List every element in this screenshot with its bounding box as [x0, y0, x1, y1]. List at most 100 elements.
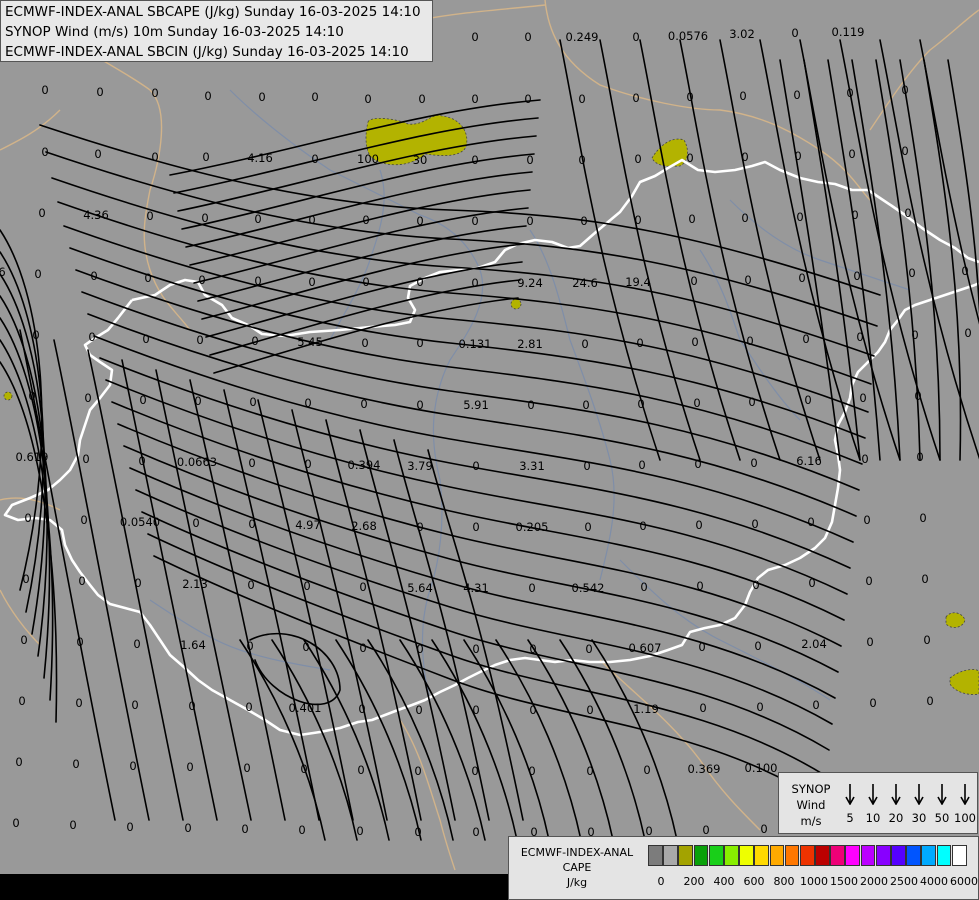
cin-value: 30 [413, 153, 428, 167]
cape-color-swatch [648, 845, 663, 866]
cin-value: 0 [139, 393, 146, 407]
cin-value: 0 [32, 328, 39, 342]
wind-legend-arrow: 100 [954, 783, 976, 825]
cape-color-swatch [784, 845, 800, 866]
cin-value: 0 [750, 456, 757, 470]
cin-value: 0 [129, 759, 136, 773]
cin-value: 0 [311, 90, 318, 104]
cin-value: 0.205 [516, 520, 549, 534]
cin-value: 0 [529, 703, 536, 717]
wind-legend-title-line: m/s [800, 814, 822, 828]
cin-value: 0 [414, 825, 421, 839]
cin-value: 0 [636, 336, 643, 350]
cape-scale-tick: 600 [743, 875, 765, 888]
wind-legend-speed: 10 [865, 811, 881, 825]
cin-value: 0 [12, 816, 19, 830]
cin-value: 0 [688, 212, 695, 226]
cape-color-scale [648, 845, 967, 866]
cin-value: 0 [184, 821, 191, 835]
cape-scale-ticks: 0 200 400 600 800 1000 1500 2000 2500 4000 6000 [648, 875, 979, 889]
cin-value: 0 [186, 760, 193, 774]
cin-value: 0 [28, 389, 35, 403]
cin-value: 0 [526, 153, 533, 167]
wind-legend-speed: 5 [846, 811, 854, 825]
cin-value: 0 [859, 391, 866, 405]
cape-color-swatch [891, 845, 906, 866]
cape-color-swatch [906, 845, 921, 866]
down-arrow-icon [868, 784, 878, 805]
weather-map: 0 0 0 0 0 0 0.249 0 0.0576 3.02 0 0.119 0 0 0 0 0 0 0 0 0 0 0 0… [0, 0, 979, 900]
cin-value: 0 [416, 398, 423, 412]
cin-value: 0 [916, 450, 923, 464]
cin-value: 0 [632, 30, 639, 44]
cin-value: 0 [584, 520, 591, 534]
cin-value: 0 [241, 822, 248, 836]
cin-value: 0 [142, 332, 149, 346]
cin-value: 0 [359, 580, 366, 594]
cin-value: 0 [793, 88, 800, 102]
cin-value: 0 [414, 764, 421, 778]
cin-value: 0.542 [572, 581, 605, 595]
cin-value: 0 [643, 763, 650, 777]
cin-value: 0 [88, 330, 95, 344]
cin-value: 0 [151, 86, 158, 100]
cin-value: 0 [923, 633, 930, 647]
wind-legend-arrow: 5 [839, 783, 861, 825]
cin-value: 0 [18, 694, 25, 708]
cin-value: 0 [471, 214, 478, 228]
cin-value: 0 [760, 822, 767, 836]
cin-value: 0 [472, 520, 479, 534]
down-arrow-icon [914, 784, 924, 805]
cin-value: 0 [693, 396, 700, 410]
cin-value: 0 [752, 578, 759, 592]
cin-value: 3.79 [407, 459, 433, 473]
map-header: ECMWF-INDEX-ANAL SBCAPE (J/kg) Sunday 16… [0, 0, 433, 62]
cin-value: 0 [794, 149, 801, 163]
header-line-cin: ECMWF-INDEX-ANAL SBCIN (J/kg) Sunday 16-… [5, 44, 409, 60]
cin-value: 0 [526, 214, 533, 228]
cin-value: 0 [471, 153, 478, 167]
cin-value: 0 [921, 572, 928, 586]
cin-value: 0 [472, 459, 479, 473]
cin-value: 4.16 [247, 151, 273, 165]
wind-legend-speed: 100 [954, 811, 976, 825]
cin-value: 0 [364, 92, 371, 106]
cin-value: 0 [471, 92, 478, 106]
cin-value: 0 [311, 152, 318, 166]
cin-value: 0 [524, 92, 531, 106]
cin-value: 0 [472, 703, 479, 717]
cin-value: 0 [691, 335, 698, 349]
cin-value: 0 [38, 206, 45, 220]
cin-value: 0 [258, 90, 265, 104]
cin-value: 0 [472, 642, 479, 656]
cin-value: 0 [961, 264, 968, 278]
wind-legend-arrow: 20 [885, 783, 907, 825]
cin-value: 9.24 [517, 276, 543, 290]
cin-value: 0.619 [16, 450, 49, 464]
wind-legend-arrows: 5 10 20 30 50 100 [839, 777, 977, 831]
cape-scale-tick: 1500 [830, 875, 858, 888]
cin-value: 0 [578, 153, 585, 167]
cin-value: 0 [416, 214, 423, 228]
cape-color-swatch [830, 845, 846, 866]
cin-value: 0 [527, 398, 534, 412]
cin-value: 0 [138, 454, 145, 468]
cin-value: 0 [194, 394, 201, 408]
cin-value: 0 [308, 275, 315, 289]
cape-scale-tick: 4000 [920, 875, 948, 888]
map-background [0, 0, 979, 900]
cin-value: 0 [20, 633, 27, 647]
cape-color-swatch [723, 845, 739, 866]
cin-value: 0 [358, 702, 365, 716]
wind-legend-speed: 20 [888, 811, 904, 825]
cape-color-swatch [739, 845, 754, 866]
cin-value: 3.02 [729, 27, 755, 41]
cin-value: 0 [919, 511, 926, 525]
cape-color-swatch [754, 845, 770, 866]
cin-value: 0 [78, 574, 85, 588]
wind-legend: SYNOP Wind m/s 5 10 20 30 50 100 [778, 772, 978, 834]
cin-value: 0.0576 [668, 29, 708, 43]
cin-value: 0 [634, 152, 641, 166]
cin-value: 0 [362, 213, 369, 227]
cape-area [3, 391, 13, 401]
